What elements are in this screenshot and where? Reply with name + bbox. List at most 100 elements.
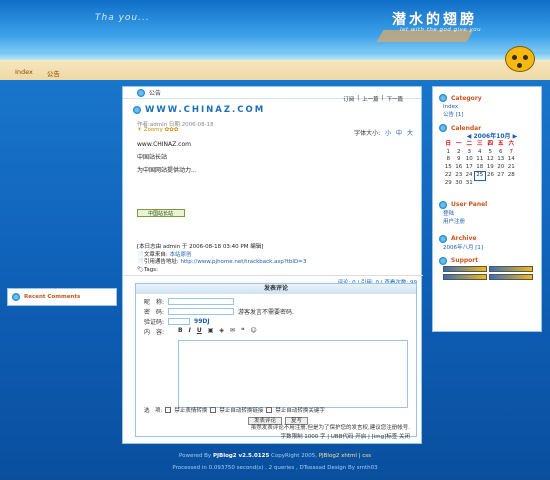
form-buttons: 发表评论 复写 bbox=[248, 417, 309, 425]
option-label: 禁止自动转换关键字 bbox=[275, 408, 325, 414]
font-size-label: 字体大小: bbox=[354, 130, 381, 137]
calendar-grid: 日一二三四五六 1234567 8 9 10 11 12 13 14 15 16 17 18 19 2… bbox=[443, 141, 517, 188]
footer-line2: Processed in 0.093750 second(s) , 2 quer… bbox=[172, 465, 378, 471]
calendar: ◀ 2006年10月 ▶ 日一二三四五六 1234567 8 9 10 11 12 13 1… bbox=[443, 133, 541, 188]
calendar-heading: Calendar bbox=[439, 123, 541, 133]
font-small[interactable]: 小 bbox=[385, 130, 391, 137]
option-checkbox[interactable] bbox=[165, 407, 172, 413]
rating-stars: ☀ Zoomy ✿✿✿ bbox=[137, 127, 179, 133]
post-star-icon bbox=[133, 106, 141, 114]
calendar-week: 22 23 24 25 26 27 28 bbox=[444, 171, 515, 181]
main-content: 公告 订阅 | 上一篇 | 下一篇 WWW.CHINAZ.COM 作者:admin … bbox=[122, 86, 423, 444]
bold-button[interactable]: B bbox=[178, 327, 183, 334]
content-label: 内 容: bbox=[144, 329, 165, 336]
userpanel-icon bbox=[439, 200, 447, 209]
support-badge[interactable] bbox=[489, 273, 533, 280]
post-nav: 订阅 | 上一篇 | 下一篇 bbox=[343, 95, 403, 103]
comment-form: 发表评论 昵 称: 密 码: 游客发言不需要密码. 验证码: 99DJ 内 容:… bbox=[135, 283, 417, 440]
option-label: 禁止表情转换 bbox=[174, 408, 208, 414]
register-link[interactable]: 用户注册 bbox=[443, 218, 541, 226]
calendar-icon bbox=[439, 124, 447, 132]
pjblog-link[interactable]: PJBlog2 bbox=[319, 453, 340, 459]
login-link[interactable]: 登陆 bbox=[443, 210, 541, 218]
chinaz-badge[interactable]: 中国站长站 bbox=[137, 209, 185, 217]
password-label: 密 码: bbox=[144, 309, 165, 316]
nick-label: 昵 称: bbox=[144, 299, 165, 306]
captcha-input[interactable] bbox=[168, 318, 191, 325]
footer-line1: Powered By PJBlog2 v2.5.0125 CopyRight 2… bbox=[179, 453, 371, 459]
blog-title: 潜水的翅膀 bbox=[392, 12, 477, 28]
submit-button[interactable]: 发表评论 bbox=[248, 417, 283, 425]
password-hint: 游客发言不需要密码. bbox=[238, 309, 294, 316]
option-label: 禁止自动转换链接 bbox=[219, 408, 264, 414]
captcha-code: 99DJ bbox=[194, 318, 210, 325]
option-checkbox[interactable] bbox=[210, 407, 217, 413]
category-item[interactable]: 公告 [1] bbox=[443, 111, 541, 119]
body-line: www.CHINAZ.com bbox=[137, 141, 191, 148]
prev-post-link[interactable]: 上一篇 bbox=[362, 95, 379, 103]
trackback-label: 引用通告地址: bbox=[143, 259, 179, 265]
support-badge[interactable] bbox=[489, 265, 533, 272]
link-icon[interactable]: ◈ bbox=[219, 327, 224, 334]
calendar-week: 29 30 31 bbox=[444, 180, 473, 186]
userpanel-heading: User Panel bbox=[439, 200, 541, 210]
calendar-header-row: 日一二三四五六 bbox=[445, 141, 514, 147]
nav-index[interactable]: Index bbox=[15, 68, 33, 78]
image-icon[interactable]: ▣ bbox=[208, 327, 214, 334]
nick-input[interactable] bbox=[168, 298, 235, 305]
password-input[interactable] bbox=[168, 308, 235, 315]
sea-band bbox=[0, 52, 550, 60]
post-title-text: WWW.CHINAZ.COM bbox=[145, 105, 266, 115]
underline-button[interactable]: U bbox=[197, 327, 202, 334]
calendar-week: 1234567 bbox=[446, 148, 514, 155]
support-heading: Support bbox=[439, 256, 541, 266]
password-row: 密 码: 游客发言不需要密码. bbox=[144, 307, 294, 316]
support-badge[interactable] bbox=[443, 273, 487, 280]
email-icon[interactable]: ✉ bbox=[230, 327, 235, 334]
trackback-row: 📄引用通告地址: http://www.pjhome.net/trackback… bbox=[137, 259, 307, 265]
option-checkbox[interactable] bbox=[266, 407, 273, 413]
section-label: 公告 bbox=[149, 90, 162, 97]
calendar-today: 25 bbox=[474, 171, 486, 181]
category-item[interactable]: Index bbox=[443, 103, 541, 111]
quote-icon[interactable]: ❝ bbox=[241, 327, 245, 334]
smiley-icon[interactable]: ☺ bbox=[251, 327, 257, 334]
sand-band bbox=[0, 60, 550, 80]
recent-comments: Recent Comments bbox=[7, 288, 117, 306]
nav-announcement[interactable]: 公告 bbox=[47, 68, 60, 78]
trackback-link[interactable]: http://www.pjhome.net/trackback.asp?tbID… bbox=[180, 259, 306, 265]
source-link[interactable]: 本站原创 bbox=[169, 252, 191, 258]
content-label-row: 内 容: bbox=[144, 327, 164, 336]
blog-subtitle: let with the god give you bbox=[400, 27, 482, 33]
top-nav: Index 公告 bbox=[15, 68, 60, 78]
post-footer: [本日志由 admin 于 2006-08-18 03:40 PM 编辑] 📄文… bbox=[137, 244, 306, 274]
editor-toolbar: B I U ▣ ◈ ✉ ❝ ☺ bbox=[178, 327, 257, 334]
subscribe-link[interactable]: 订阅 bbox=[343, 95, 354, 103]
reset-button[interactable]: 复写 bbox=[285, 417, 309, 425]
post-title: WWW.CHINAZ.COM bbox=[133, 105, 265, 115]
star-icon bbox=[137, 88, 145, 97]
support-badge[interactable] bbox=[443, 265, 487, 272]
post-body: www.CHINAZ.com 中国站长站 为中国网站提供动力... bbox=[137, 138, 197, 177]
logo-text: Tha you... bbox=[95, 13, 150, 23]
support-badges bbox=[443, 265, 541, 280]
category-icon bbox=[439, 94, 447, 102]
font-size-control: 字体大小: 小 中 大 bbox=[354, 128, 413, 137]
pjblog-version: PJBlog2 v2.5.0125 bbox=[212, 453, 270, 459]
font-large[interactable]: 大 bbox=[407, 130, 413, 137]
font-medium[interactable]: 中 bbox=[396, 130, 402, 137]
sidebar: Category Index 公告 [1] Calendar ◀ 2006年10… bbox=[432, 86, 542, 332]
recent-icon bbox=[12, 293, 20, 301]
archive-item[interactable]: 2006年八月 [1] bbox=[443, 244, 541, 252]
options-row: 选 项: 禁止表情转换 禁止自动转换链接 禁止自动转换关键字 bbox=[144, 406, 325, 414]
next-post-link[interactable]: 下一篇 bbox=[386, 95, 403, 103]
comment-textarea[interactable] bbox=[178, 340, 408, 408]
archive-heading: Archive bbox=[439, 234, 541, 244]
italic-button[interactable]: I bbox=[189, 327, 191, 334]
validator-links[interactable]: xhtml | css bbox=[341, 453, 371, 459]
page-footer: Powered By PJBlog2 v2.5.0125 CopyRight 2… bbox=[0, 450, 550, 474]
rating-label: Zoomy bbox=[143, 127, 163, 133]
limit-note: 字数限制 1000 字 | UBB代码 开启 | [img]标签 关闭 bbox=[280, 434, 410, 440]
support-icon bbox=[439, 256, 447, 265]
calendar-week: 8 9 10 11 12 13 14 bbox=[446, 156, 515, 162]
